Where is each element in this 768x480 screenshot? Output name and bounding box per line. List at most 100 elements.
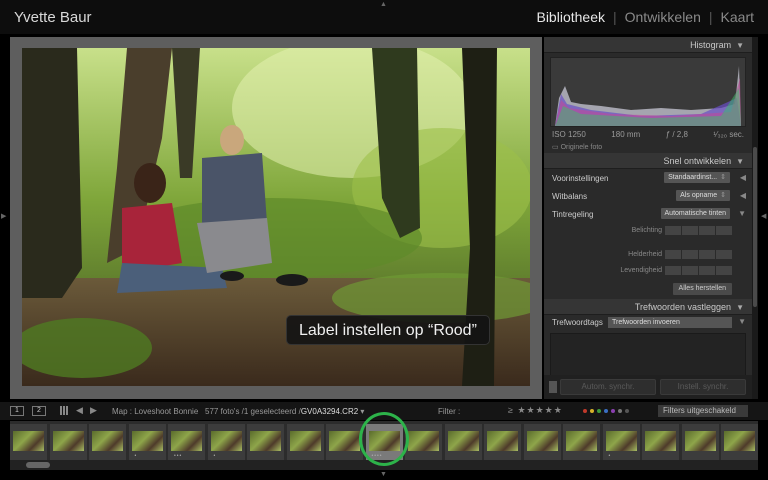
module-separator: |	[708, 9, 713, 25]
keywording-header[interactable]: Trefwoorden vastleggen ▼	[544, 299, 752, 315]
left-panel-toggle-icon[interactable]: ▶	[1, 212, 6, 220]
filmstrip-thumbnail[interactable]	[286, 424, 324, 461]
selection-count[interactable]: 577 foto's /1 geselecteerd /GV0A3294.CR2…	[205, 407, 364, 416]
module-develop[interactable]: Ontwikkelen	[625, 9, 701, 25]
filmstrip-thumbnail[interactable]	[89, 424, 126, 461]
filmstrip-thumbnail[interactable]	[10, 424, 47, 461]
chevron-updown-icon: ⇕	[720, 192, 726, 199]
vibrance-row: Levendigheid	[544, 263, 752, 279]
module-separator: |	[612, 9, 617, 25]
sync-bar: Autom. synchr. Instell. synchr.	[544, 375, 752, 399]
original-photo-toggle[interactable]: ▭ Originele foto	[552, 143, 602, 151]
color-label-toast: Label instellen op “Rood”	[286, 315, 490, 345]
label-green-icon[interactable]	[597, 409, 601, 413]
scrollbar-thumb[interactable]	[753, 147, 757, 307]
label-red-icon[interactable]	[583, 409, 587, 413]
reset-row: Alles herstellen	[544, 279, 752, 299]
filmstrip-thumbnail[interactable]	[49, 424, 87, 461]
module-library[interactable]: Bibliotheek	[536, 9, 605, 25]
triangle-left-icon[interactable]: ◀	[740, 191, 746, 200]
quick-develop-header[interactable]: Snel ontwikkelen ▼	[544, 153, 752, 169]
filmstrip-thumbnail[interactable]	[563, 424, 600, 461]
rating-filter[interactable]: ≥ ★★★★★	[508, 405, 563, 416]
tone-control-label: Tintregeling	[552, 210, 594, 219]
bottom-panel-toggle-icon[interactable]: ▼	[380, 471, 387, 478]
reset-all-button[interactable]: Alles herstellen	[672, 283, 732, 295]
filmstrip-thumbnail[interactable]: •••	[168, 424, 205, 461]
label-purple-icon[interactable]	[611, 409, 615, 413]
white-balance-row: Witbalans Als opname ⇕ ◀	[544, 187, 752, 205]
exposure-row: Belichting	[544, 223, 752, 239]
keyword-tags-select[interactable]: Trefwoorden invoeren	[608, 317, 732, 328]
right-panel-scrollbar[interactable]	[752, 37, 758, 399]
preset-select[interactable]: Standaardinst... ⇕	[664, 172, 730, 183]
label-yellow-icon[interactable]	[590, 409, 594, 413]
clarity-label: Helderheid	[628, 251, 662, 258]
keywording-title: Trefwoorden vastleggen	[634, 302, 732, 312]
chevron-updown-icon: ⇕	[720, 174, 726, 181]
arrow-left-icon[interactable]: ◀	[76, 405, 83, 416]
histogram-panel: ISO 1250 180 mm ƒ / 2,8 ¹⁄₃₂₀ sec. ▭ Ori…	[544, 53, 752, 153]
filmstrip-thumbnail[interactable]	[247, 424, 284, 461]
histogram-exif: ISO 1250 180 mm ƒ / 2,8 ¹⁄₃₂₀ sec.	[552, 130, 744, 139]
right-panel-toggle-icon[interactable]: ◀	[761, 212, 766, 220]
current-filename: GV0A3294.CR2	[300, 407, 359, 416]
preset-label: Voorinstellingen	[552, 174, 609, 183]
scrollbar-thumb[interactable]	[26, 462, 50, 468]
auto-tone-button[interactable]: Automatische tinten	[660, 208, 730, 219]
sync-settings-button[interactable]: Instell. synchr.	[660, 379, 746, 395]
exposure-stepper[interactable]	[665, 226, 732, 235]
preset-value: Standaardinst...	[668, 174, 718, 181]
filmstrip-thumbnail[interactable]	[523, 424, 561, 461]
auto-sync-switch[interactable]	[549, 381, 557, 393]
vibrance-stepper[interactable]	[665, 266, 732, 275]
filmstrip-thumbnail[interactable]	[484, 424, 521, 461]
highlight-ring	[359, 412, 409, 466]
filmstrip-thumbnail[interactable]	[681, 424, 719, 461]
white-balance-value: Als opname	[680, 192, 718, 199]
white-balance-select[interactable]: Als opname ⇕	[676, 190, 730, 201]
label-blue-icon[interactable]	[604, 409, 608, 413]
exif-shutter: ¹⁄₃₂₀ sec.	[713, 130, 744, 139]
filmstrip-thumbnail[interactable]	[405, 424, 442, 461]
secondary-screen-button[interactable]: 2	[32, 406, 46, 416]
exif-aperture: ƒ / 2,8	[665, 130, 688, 139]
white-balance-label: Witbalans	[552, 192, 588, 201]
selection-count-text: 577 foto's /1 geselecteerd /	[205, 407, 301, 416]
triangle-down-icon: ▼	[736, 157, 744, 166]
original-photo-label: Originele foto	[560, 144, 603, 151]
label-none-icon[interactable]	[625, 409, 629, 413]
filmstrip-thumbnail[interactable]: •	[207, 424, 245, 461]
arrow-right-icon[interactable]: ▶	[90, 405, 97, 416]
filmstrip-thumbnail[interactable]	[721, 424, 758, 461]
keyword-entry-box[interactable]	[550, 333, 746, 379]
module-map[interactable]: Kaart	[721, 9, 754, 25]
exif-focal: 180 mm	[611, 130, 641, 139]
star-icon: ★★★★★	[517, 405, 563, 415]
color-label-filter[interactable]	[583, 409, 629, 413]
triangle-down-icon[interactable]: ▼	[738, 209, 746, 218]
exif-iso: ISO 1250	[552, 130, 586, 139]
vibrance-label: Levendigheid	[620, 267, 662, 274]
filmstrip-thumbnail[interactable]: •	[128, 424, 166, 461]
filter-preset-select[interactable]: Filters uitgeschakeld	[658, 405, 748, 417]
filmstrip-thumbnail[interactable]	[642, 424, 679, 461]
histogram-graph[interactable]	[550, 57, 746, 127]
clarity-stepper[interactable]	[665, 250, 732, 259]
triangle-down-icon: ▼	[736, 41, 744, 50]
source-breadcrumb[interactable]: Map : Loveshoot Bonnie	[112, 407, 198, 416]
keyword-tags-row: Trefwoordtags Trefwoorden invoeren ▼	[544, 315, 752, 331]
auto-sync-button[interactable]: Autom. synchr.	[560, 379, 656, 395]
primary-screen-button[interactable]: 1	[10, 406, 24, 416]
triangle-down-icon[interactable]: ▼	[738, 317, 746, 326]
triangle-left-icon[interactable]: ◀	[740, 173, 746, 182]
grid-icon[interactable]	[60, 406, 69, 415]
histogram-title: Histogram	[690, 40, 732, 50]
label-custom-icon[interactable]	[618, 409, 622, 413]
filmstrip-thumbnail[interactable]	[444, 424, 482, 461]
histogram-header[interactable]: Histogram ▼	[544, 37, 752, 53]
filmstrip-thumbnail[interactable]: •	[602, 424, 640, 461]
filmstrip-thumbnail[interactable]	[326, 424, 363, 461]
top-panel-toggle-icon[interactable]: ▲	[380, 1, 387, 8]
